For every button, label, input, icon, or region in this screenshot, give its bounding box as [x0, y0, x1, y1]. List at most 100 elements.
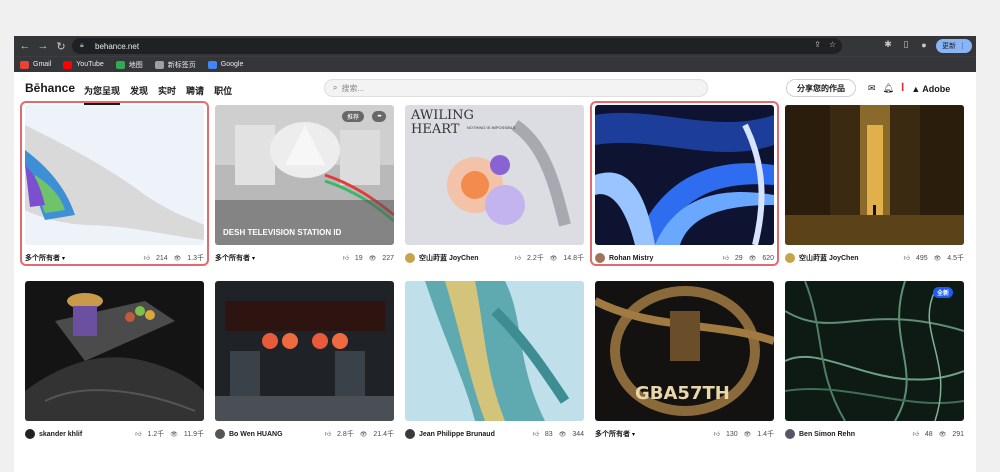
- project-meta: Ben Simon Rehn 👍︎ 48 👁︎ 291: [785, 427, 964, 441]
- thumbs-up-icon: 👍︎: [912, 432, 919, 438]
- bookmark-item[interactable]: Google: [207, 60, 244, 69]
- bookmark-favicon-icon: [154, 60, 164, 69]
- search-placeholder: 搜索...: [341, 83, 365, 93]
- search-icon: ⌕: [333, 83, 338, 92]
- view-count: 11.9千: [183, 431, 204, 438]
- project-card[interactable]: skander khlif 👍︎ 1.2千 👁︎ 11.9千: [25, 281, 204, 443]
- avatar[interactable]: [405, 253, 415, 263]
- user-avatar-icon[interactable]: ꟾ: [901, 83, 904, 94]
- project-meta: 多个所有者 ▾ 👍︎ 19 👁︎ 227: [215, 251, 394, 265]
- bookmark-label: Google: [220, 61, 244, 68]
- thumb-text: NOTHING IS IMPOSSIBLE: [467, 125, 516, 130]
- project-thumbnail[interactable]: DESH TELEVISION STATION ID 推荐 •••: [215, 105, 394, 245]
- project-stats: 👍︎ 495 👁︎ 4.5千: [904, 253, 964, 263]
- nav-for-you[interactable]: 为您呈现: [84, 84, 121, 105]
- bookmark-label: Gmail: [33, 61, 52, 68]
- project-title: DESH TELEVISION STATION ID: [223, 228, 342, 237]
- new-badge: 全新: [933, 287, 954, 298]
- project-thumbnail[interactable]: [785, 105, 964, 245]
- update-button[interactable]: 更新 ⋮: [936, 39, 972, 53]
- nav-hire[interactable]: 聘请: [186, 84, 204, 97]
- thumbnail-image: [785, 281, 964, 421]
- project-card[interactable]: Bo Wen HUANG 👍︎ 2.8千 👁︎ 21.4千: [215, 281, 394, 443]
- project-thumbnail[interactable]: [215, 281, 394, 421]
- owner-name[interactable]: 空山莳蓝 JoyChen: [799, 253, 859, 263]
- back-arrow-icon[interactable]: ←: [18, 39, 32, 53]
- nav-livestreams[interactable]: 实时: [158, 84, 176, 97]
- adobe-label: Adobe: [922, 83, 951, 94]
- project-card[interactable]: AWILING HEART NOTHING IS IMPOSSIBLE 空山莳蓝 Jo…: [405, 105, 584, 267]
- bookmark-star-icon[interactable]: ☆: [829, 40, 836, 49]
- project-stats: 👍︎ 130 👁︎ 1.4千: [714, 429, 774, 439]
- view-count: 14.8千: [563, 255, 584, 262]
- bookmarks-bar: Gmail YouTube 地图 新标签页 Google: [14, 56, 976, 72]
- notification-bell-icon[interactable]: 🔔︎: [883, 83, 894, 94]
- avatar[interactable]: [785, 253, 795, 263]
- view-count: 4.5千: [947, 255, 964, 262]
- owner-name[interactable]: 空山莳蓝 JoyChen: [419, 253, 479, 263]
- recommend-badge[interactable]: 推荐: [342, 111, 365, 122]
- share-page-icon[interactable]: ⇪: [814, 40, 821, 49]
- project-card[interactable]: Jean Philippe Brunaud 👍︎ 83 👁︎ 344: [405, 281, 584, 443]
- project-thumbnail[interactable]: GBA57TH: [595, 281, 774, 421]
- project-card[interactable]: 空山莳蓝 JoyChen 👍︎ 495 👁︎ 4.5千: [785, 105, 964, 267]
- share-work-button[interactable]: 分享您的作品: [786, 79, 856, 97]
- project-stats: 👍︎ 83 👁︎ 344: [532, 430, 584, 439]
- owner-name[interactable]: skander khlif: [39, 431, 82, 438]
- bookmark-item[interactable]: 地图: [115, 60, 143, 70]
- eye-icon: 👁︎: [368, 255, 377, 262]
- profile-icon[interactable]: ●: [918, 40, 930, 50]
- reload-icon[interactable]: ↻: [54, 39, 68, 53]
- project-stats: 👍︎ 2.8千 👁︎ 21.4千: [325, 429, 394, 439]
- thumbnail-image: [785, 105, 964, 245]
- project-stats: 👍︎ 48 👁︎ 291: [912, 430, 964, 439]
- thumb-text: GBA57TH: [635, 383, 730, 404]
- search-input[interactable]: ⌕ 搜索...: [324, 79, 708, 97]
- thumbnail-image: GBA57TH: [595, 281, 774, 421]
- side-panel-icon[interactable]: ▯: [900, 39, 912, 50]
- behance-logo[interactable]: Bēhance: [25, 81, 75, 95]
- avatar[interactable]: [25, 429, 35, 439]
- eye-icon: 👁︎: [170, 431, 178, 438]
- avatar[interactable]: [405, 429, 415, 439]
- forward-arrow-icon[interactable]: →: [36, 39, 50, 53]
- project-thumbnail[interactable]: AWILING HEART NOTHING IS IMPOSSIBLE: [405, 105, 584, 245]
- nav-jobs[interactable]: 职位: [214, 84, 232, 97]
- project-thumbnail[interactable]: [25, 281, 204, 421]
- avatar[interactable]: [215, 429, 225, 439]
- mail-icon[interactable]: ✉: [868, 83, 876, 94]
- address-bar[interactable]: 🔒︎ behance.net ⇪ ☆: [72, 38, 842, 54]
- thumbs-up-icon: 👍︎: [532, 432, 539, 438]
- thumbs-up-icon: 👍︎: [514, 256, 522, 262]
- project-thumbnail[interactable]: 全新: [785, 281, 964, 421]
- project-meta: skander khlif 👍︎ 1.2千 👁︎ 11.9千: [25, 427, 204, 441]
- menu-dots-icon: ⋮: [959, 43, 966, 50]
- multiple-owners-dropdown[interactable]: 多个所有者: [595, 429, 630, 439]
- owner-name[interactable]: Jean Philippe Brunaud: [419, 431, 495, 438]
- thumbs-up-icon: 👍︎: [324, 432, 332, 438]
- thumbs-up-icon: 👍︎: [342, 256, 349, 262]
- owner-name[interactable]: Ben Simon Rehn: [799, 431, 855, 438]
- owner-name[interactable]: Bo Wen HUANG: [229, 431, 283, 438]
- bookmark-item[interactable]: 新标签页: [154, 60, 196, 70]
- like-count: 130: [725, 430, 738, 438]
- extensions-icon[interactable]: ✱: [882, 39, 894, 50]
- bookmark-item[interactable]: Gmail: [20, 60, 52, 69]
- more-options-icon[interactable]: •••: [372, 111, 386, 122]
- project-thumbnail[interactable]: [405, 281, 584, 421]
- thumbnail-image: [25, 281, 204, 421]
- highlight-frame: [590, 101, 779, 266]
- view-count: 21.4千: [373, 431, 394, 438]
- bookmark-item[interactable]: YouTube: [63, 60, 104, 69]
- nav-discover[interactable]: 发现: [130, 84, 148, 97]
- adobe-logo-icon: ▲: [911, 83, 921, 94]
- project-card[interactable]: DESH TELEVISION STATION ID 推荐 ••• 多个所有者 ▾ 👍︎ 1…: [215, 105, 394, 267]
- project-card[interactable]: GBA57TH 多个所有者 ▾ 👍︎ 130 👁︎ 1.4千: [595, 281, 774, 443]
- bookmark-label: YouTube: [76, 61, 104, 68]
- multiple-owners-dropdown[interactable]: 多个所有者: [215, 253, 250, 263]
- project-meta: 空山莳蓝 JoyChen 👍︎ 495 👁︎ 4.5千: [785, 251, 964, 265]
- project-card[interactable]: 全新 Ben Simon Rehn 👍︎ 48 👁︎ 291: [785, 281, 964, 443]
- adobe-link[interactable]: ▲ Adobe: [911, 84, 950, 94]
- avatar[interactable]: [785, 429, 795, 439]
- bookmark-favicon-icon: [115, 60, 125, 69]
